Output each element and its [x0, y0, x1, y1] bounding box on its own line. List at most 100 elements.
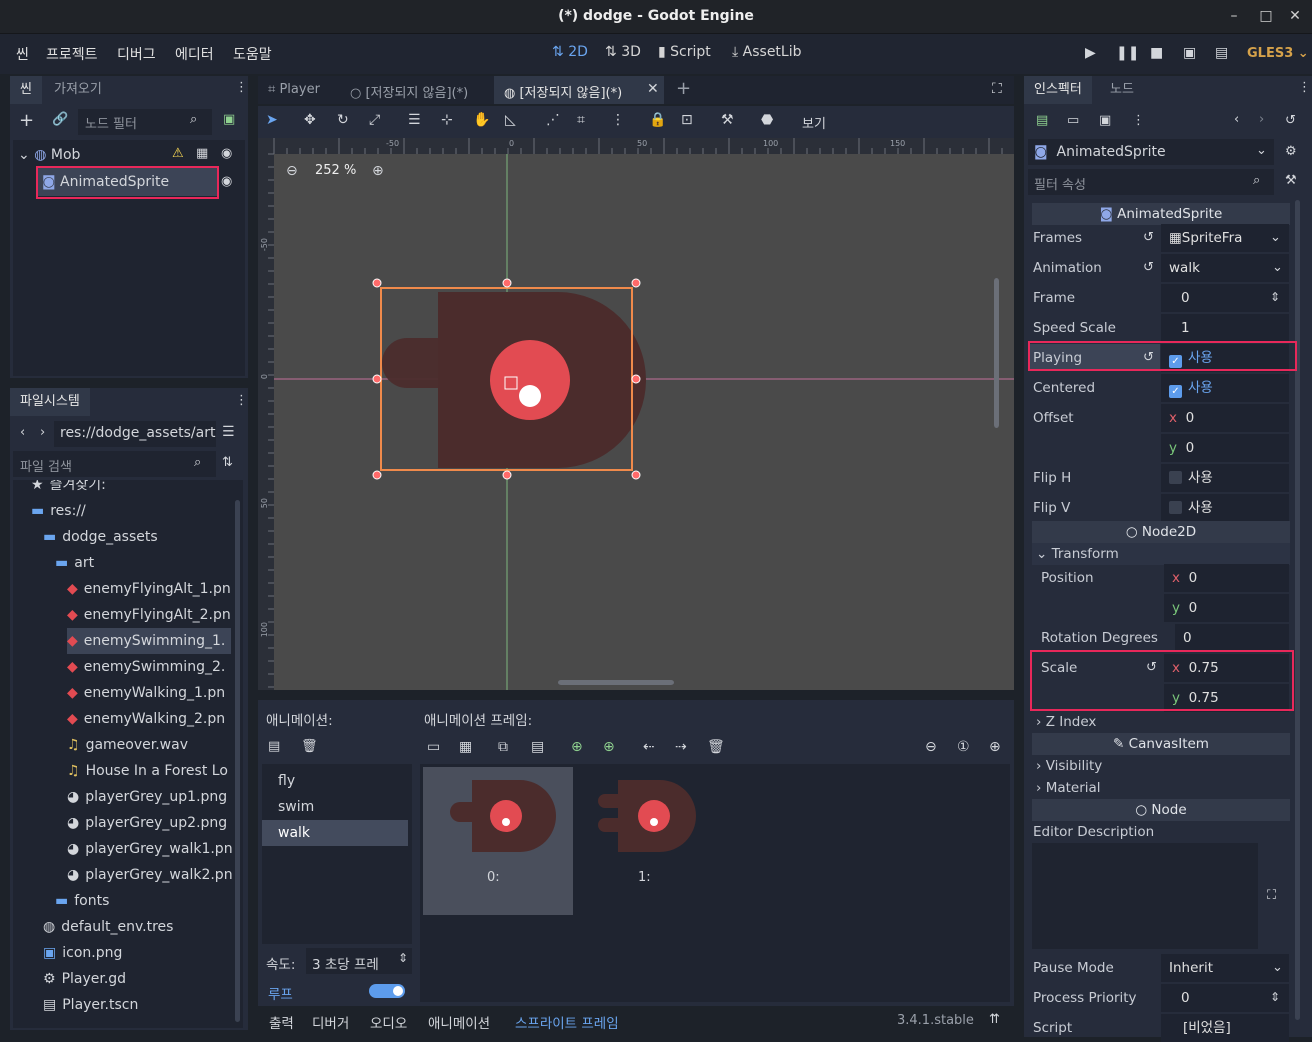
view-menu[interactable]: 보기	[802, 113, 826, 132]
tree-item-mob[interactable]: ⌄ ◍ Mob	[18, 142, 80, 168]
fliph-checkbox[interactable]: 사용	[1161, 464, 1289, 492]
file-item[interactable]: ▬ fonts	[55, 888, 109, 914]
pivot-tool-icon[interactable]: ⊹	[441, 112, 453, 128]
rotate-icon[interactable]: ↻	[337, 112, 349, 128]
flipv-checkbox[interactable]: 사용	[1161, 494, 1289, 522]
animation-item-swim[interactable]: swim	[262, 794, 408, 820]
file-item[interactable]: ◆ enemyWalking_1.pn	[67, 680, 225, 706]
mode-2d-button[interactable]: ⇅ 2D	[552, 44, 588, 60]
select-icon[interactable]: ➤	[266, 112, 278, 128]
bone-icon[interactable]: ⚒	[721, 112, 734, 128]
file-item[interactable]: ▬ art	[55, 550, 94, 576]
bottom-tab-debugger[interactable]: 디버거	[312, 1012, 349, 1032]
file-item[interactable]: ◍ default_env.tres	[43, 914, 173, 940]
viewport-hscroll[interactable]	[558, 680, 674, 685]
history-back-icon[interactable]: ‹	[1234, 112, 1239, 127]
zoom-reset-icon[interactable]: ①	[957, 739, 970, 755]
zoom-out-icon[interactable]: ⊖	[286, 163, 298, 179]
close-tab-icon[interactable]: ✕	[647, 81, 659, 97]
grid-snap-icon[interactable]: ⌗	[577, 112, 585, 128]
inspector-settings-icon[interactable]: ⚒	[1285, 173, 1297, 188]
animation-item-fly[interactable]: fly	[262, 768, 408, 794]
revert-icon[interactable]: ↺	[1143, 260, 1154, 275]
smart-snap-icon[interactable]: ⋰	[546, 112, 560, 128]
file-item[interactable]: ♫ gameover.wav	[67, 732, 188, 758]
menu-debug[interactable]: 디버그	[117, 44, 156, 64]
move-left-icon[interactable]: ⇠	[643, 739, 655, 755]
paste-icon[interactable]: ▤	[531, 739, 544, 755]
tab-node[interactable]: 노드	[1100, 76, 1144, 104]
file-tree-scrollbar[interactable]	[235, 500, 240, 1022]
move-right-icon[interactable]: ⇢	[675, 739, 687, 755]
pause-icon[interactable]: ❚❚	[1116, 45, 1139, 61]
visibility-eye-icon[interactable]: ◉	[221, 174, 232, 189]
zoom-level[interactable]: 252 %	[315, 163, 356, 178]
editor-description-textarea[interactable]	[1032, 843, 1258, 949]
centered-checkbox[interactable]: ✓ 사용	[1161, 374, 1289, 402]
ruler-icon[interactable]: ◺	[505, 112, 516, 128]
visibility-eye-icon[interactable]: ◉	[221, 146, 232, 161]
delete-animation-icon[interactable]: 🗑	[301, 739, 318, 754]
file-item[interactable]: ◆ enemyWalking_2.pn	[67, 706, 225, 732]
play-custom-scene-icon[interactable]: ▤	[1215, 45, 1228, 61]
dock-menu-icon[interactable]: ⋮	[235, 80, 248, 95]
revert-icon[interactable]: ↺	[1143, 230, 1154, 245]
file-item[interactable]: ◆ enemySwimming_2.	[67, 654, 225, 680]
file-item[interactable]: ⚙ Player.gd	[43, 966, 126, 992]
insert-before-icon[interactable]: ⊕	[571, 739, 583, 755]
dock-menu-icon[interactable]: ⋮	[235, 393, 248, 408]
spin-arrows-icon[interactable]: ⇕	[1270, 990, 1280, 1004]
material-group[interactable]: › Material	[1036, 780, 1101, 796]
more-icon[interactable]: ⋮	[1132, 113, 1145, 128]
file-item[interactable]: ◆ enemySwimming_1.	[67, 628, 232, 654]
tab-filesystem[interactable]: 파일시스템	[10, 388, 90, 416]
delete-frame-icon[interactable]: 🗑	[707, 739, 725, 755]
speed-scale-field[interactable]: 1	[1161, 314, 1289, 342]
add-tab-icon[interactable]: +	[676, 78, 691, 99]
rotation-field[interactable]: 0	[1175, 624, 1289, 652]
history-forward-icon[interactable]: ›	[1259, 112, 1264, 127]
bottom-tab-animation[interactable]: 애니메이션	[428, 1012, 490, 1032]
viewport-vscroll[interactable]	[994, 278, 999, 428]
menu-project[interactable]: 프로젝트	[46, 44, 98, 64]
bottom-tab-spriteframes[interactable]: 스프라이트 프레임	[515, 1012, 619, 1032]
position-y-field[interactable]: y 0	[1164, 594, 1289, 622]
new-resource-icon[interactable]: ▤	[1036, 113, 1048, 128]
expand-panel-icon[interactable]: ⇈	[989, 1012, 1000, 1027]
tab-import[interactable]: 가져오기	[44, 76, 112, 104]
zindex-group[interactable]: › Z Index	[1036, 714, 1096, 730]
zoom-in-icon[interactable]: ⊕	[372, 163, 384, 179]
offset-y-field[interactable]: y 0	[1161, 434, 1289, 462]
group-icon[interactable]: ▦	[196, 146, 208, 161]
file-item[interactable]: ◕ playerGrey_up1.png	[67, 784, 227, 810]
enemy-sprite[interactable]	[382, 292, 646, 468]
more-icon[interactable]: ⋮	[611, 112, 625, 128]
group-icon[interactable]: ⊡	[681, 112, 693, 128]
tab-scene[interactable]: 씬	[10, 76, 42, 104]
bottom-tab-output[interactable]: 출력	[269, 1012, 294, 1032]
camera-icon[interactable]: ⬣	[761, 112, 773, 128]
file-item[interactable]: ★ 즐겨찾기:	[31, 480, 106, 498]
copy-icon[interactable]: ⧉	[498, 739, 508, 755]
file-item[interactable]: ▤ Player.tscn	[43, 992, 138, 1018]
tab-inspector[interactable]: 인스펙터	[1024, 76, 1092, 104]
dock-menu-icon[interactable]: ⋮	[1298, 80, 1311, 95]
save-icon[interactable]: ▣	[1099, 113, 1111, 128]
load-frames-icon[interactable]: ▭	[427, 739, 440, 755]
animation-select[interactable]: walk	[1161, 254, 1289, 282]
file-item[interactable]: ◆ enemyFlyingAlt_2.pn	[67, 602, 231, 628]
distraction-free-icon[interactable]: ⛶	[992, 81, 1002, 97]
file-item[interactable]: ◕ playerGrey_up2.png	[67, 810, 227, 836]
tab-unsaved-1[interactable]: ○ [저장되지 않음](*)	[350, 82, 468, 101]
menu-editor[interactable]: 에디터	[175, 44, 214, 64]
warning-icon[interactable]: ⚠	[172, 146, 184, 161]
scale-icon[interactable]: ⤢	[369, 112, 380, 128]
insert-after-icon[interactable]: ⊕	[603, 739, 615, 755]
file-item[interactable]: ♫ House In a Forest Lo	[67, 758, 228, 784]
animation-item-walk[interactable]: walk	[262, 820, 408, 846]
forward-icon[interactable]: ›	[40, 425, 45, 440]
bottom-tab-audio[interactable]: 오디오	[370, 1012, 407, 1032]
menu-scene[interactable]: 씬	[16, 44, 29, 64]
maximize-button[interactable]: □	[1254, 0, 1278, 32]
file-item[interactable]: ▬ res://	[31, 498, 86, 524]
